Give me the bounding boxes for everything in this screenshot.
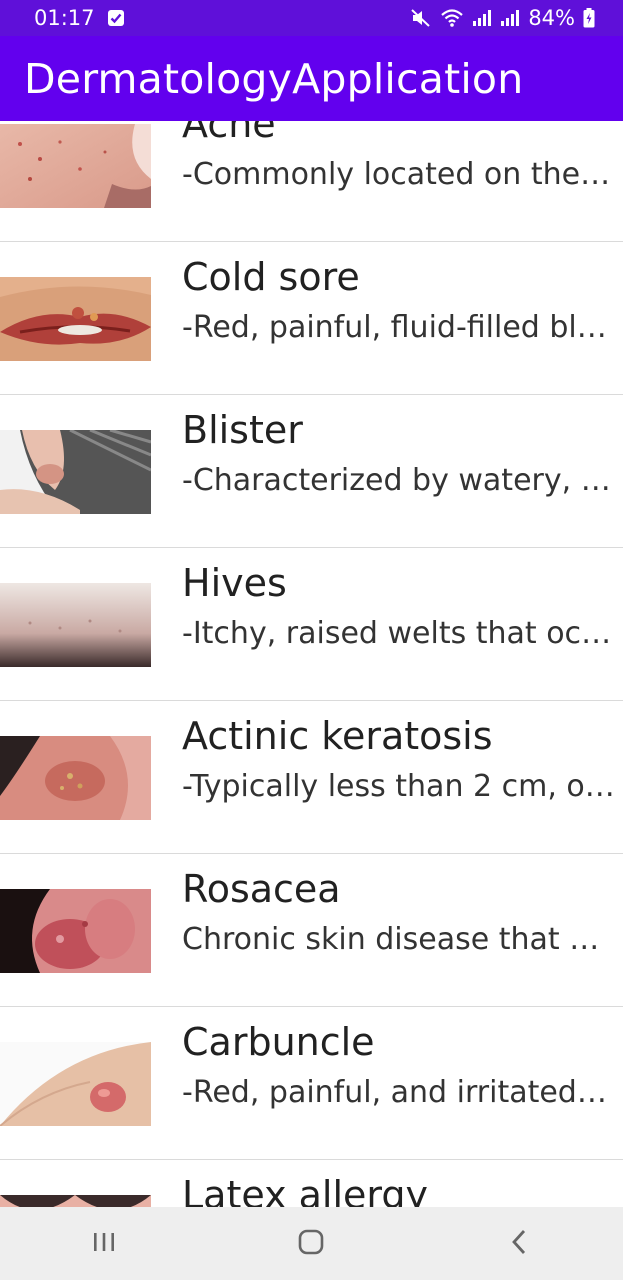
mute-icon	[410, 8, 432, 28]
wifi-icon	[440, 8, 464, 28]
latex-allergy-thumbnail	[0, 1195, 151, 1207]
list-item[interactable]: Acne -Commonly located on the face	[0, 121, 623, 242]
item-description: -Characterized by watery, clear fluid	[182, 463, 615, 498]
blister-thumbnail	[0, 430, 151, 514]
cold-sore-thumbnail	[0, 277, 151, 361]
list-item[interactable]: Carbuncle -Red, painful, and irritated l…	[0, 1007, 623, 1160]
list-item[interactable]: Cold sore -Red, painful, fluid-filled bl…	[0, 242, 623, 395]
item-description: -Red, painful, fluid-filled blisters	[182, 310, 615, 345]
checkbox-notification-icon	[107, 9, 125, 27]
status-time: 01:17	[34, 6, 95, 30]
carbuncle-thumbnail	[0, 1042, 151, 1126]
battery-percent: 84%	[528, 6, 575, 30]
recent-apps-icon	[91, 1231, 117, 1257]
item-title: Hives	[182, 561, 287, 605]
rosacea-thumbnail	[0, 889, 151, 973]
app-bar: DermatologyApplication	[0, 36, 623, 121]
recent-apps-button[interactable]	[74, 1214, 134, 1274]
condition-list[interactable]: Acne -Commonly located on the face Cold …	[0, 121, 623, 1207]
item-title: Actinic keratosis	[182, 714, 493, 758]
item-description: Chronic skin disease that goes	[182, 922, 615, 957]
signal-icon	[472, 9, 492, 27]
item-title: Acne	[182, 121, 276, 146]
item-title: Rosacea	[182, 867, 341, 911]
hives-thumbnail	[0, 583, 151, 667]
item-description: -Commonly located on the face	[182, 157, 615, 192]
app-title: DermatologyApplication	[24, 54, 524, 103]
list-item[interactable]: Blister -Characterized by watery, clear …	[0, 395, 623, 548]
item-title: Blister	[182, 408, 303, 452]
item-description: -Red, painful, and irritated lump	[182, 1075, 615, 1110]
item-description: -Itchy, raised welts that occur	[182, 616, 615, 651]
actinic-keratosis-thumbnail	[0, 736, 151, 820]
back-button[interactable]	[489, 1214, 549, 1274]
item-title: Latex allergy	[182, 1173, 428, 1207]
item-title: Carbuncle	[182, 1020, 375, 1064]
battery-icon	[583, 8, 595, 28]
acne-thumbnail	[0, 124, 151, 208]
item-title: Cold sore	[182, 255, 360, 299]
home-button[interactable]	[281, 1214, 341, 1274]
signal-icon	[500, 9, 520, 27]
home-icon	[297, 1228, 325, 1260]
back-icon	[509, 1229, 529, 1259]
list-item[interactable]: Hives -Itchy, raised welts that occur	[0, 548, 623, 701]
list-item[interactable]: Actinic keratosis -Typically less than 2…	[0, 701, 623, 854]
list-item[interactable]: Latex allergy	[0, 1160, 623, 1207]
item-description: -Typically less than 2 cm, or about	[182, 769, 615, 804]
navigation-bar	[0, 1207, 623, 1280]
status-bar: 01:17 84%	[0, 0, 623, 36]
list-item[interactable]: Rosacea Chronic skin disease that goes	[0, 854, 623, 1007]
